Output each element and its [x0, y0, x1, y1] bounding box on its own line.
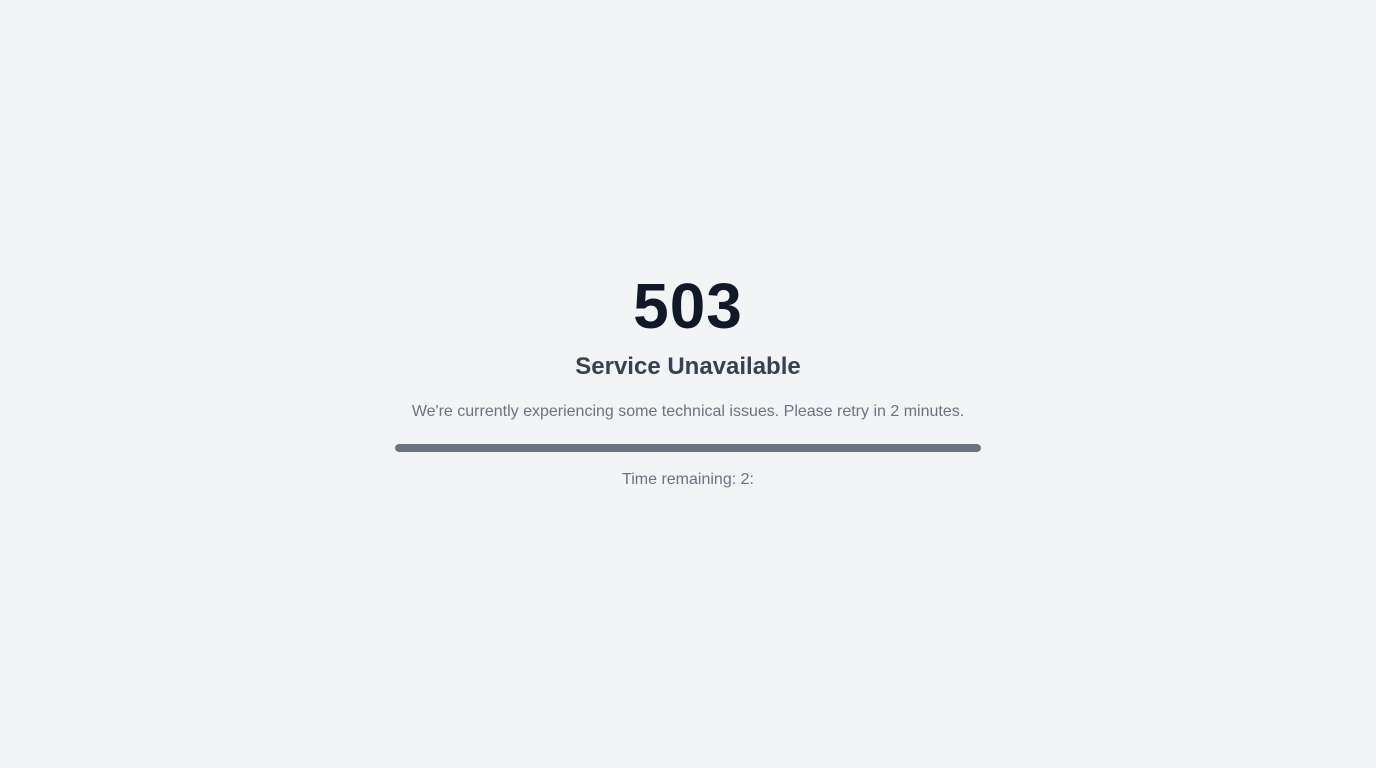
time-remaining: Time remaining: 2: — [622, 471, 754, 488]
error-message: We're currently experiencing some techni… — [411, 403, 965, 420]
error-code: 503 — [633, 270, 743, 342]
retry-progress-fill — [395, 444, 981, 452]
retry-progress-bar — [395, 444, 981, 452]
error-page: 503 Service Unavailable We're currently … — [0, 0, 1376, 768]
error-title: Service Unavailable — [575, 353, 801, 380]
